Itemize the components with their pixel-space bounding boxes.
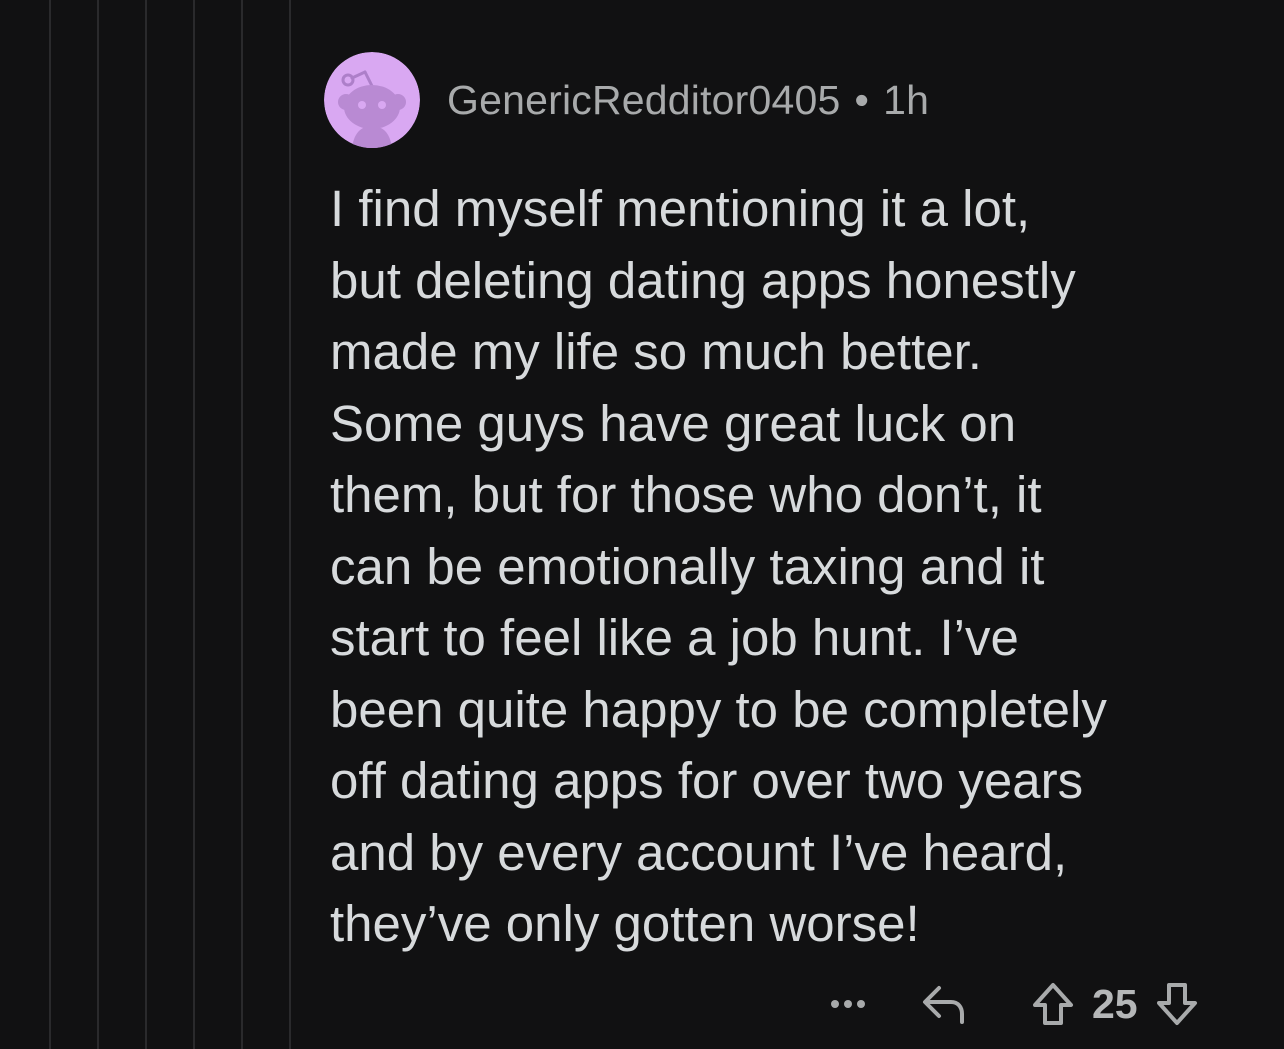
comment-meta: GenericRedditor0405 • 1h <box>447 77 929 124</box>
meta-separator: • <box>854 76 870 123</box>
snoo-avatar-icon <box>324 52 420 148</box>
more-options-icon <box>831 1000 865 1008</box>
more-options-button[interactable] <box>822 998 874 1010</box>
comment-age: 1h <box>883 76 930 123</box>
reply-arrow-icon <box>923 986 964 1024</box>
reply-button[interactable] <box>918 982 970 1026</box>
thread-line-4[interactable] <box>193 0 195 1049</box>
upvote-button[interactable] <box>1028 981 1078 1027</box>
thread-line-3[interactable] <box>145 0 147 1049</box>
comment-body: I find myself mentioning it a lot, but d… <box>330 180 1107 952</box>
upvote-arrow-icon <box>1033 983 1073 1025</box>
downvote-arrow-icon <box>1156 983 1197 1025</box>
downvote-button[interactable] <box>1152 981 1202 1027</box>
thread-line-2[interactable] <box>97 0 99 1049</box>
thread-line-5[interactable] <box>241 0 243 1049</box>
comment: GenericRedditor0405 • 1h I find myself men… <box>290 0 1284 1049</box>
thread-line-1[interactable] <box>49 0 51 1049</box>
username[interactable]: GenericRedditor0405 <box>447 77 841 123</box>
comment-header: GenericRedditor0405 • 1h <box>324 52 929 148</box>
user-avatar[interactable] <box>324 52 420 148</box>
vote-count: 25 <box>1092 980 1138 1027</box>
comment-actions: 25 <box>822 978 1202 1030</box>
